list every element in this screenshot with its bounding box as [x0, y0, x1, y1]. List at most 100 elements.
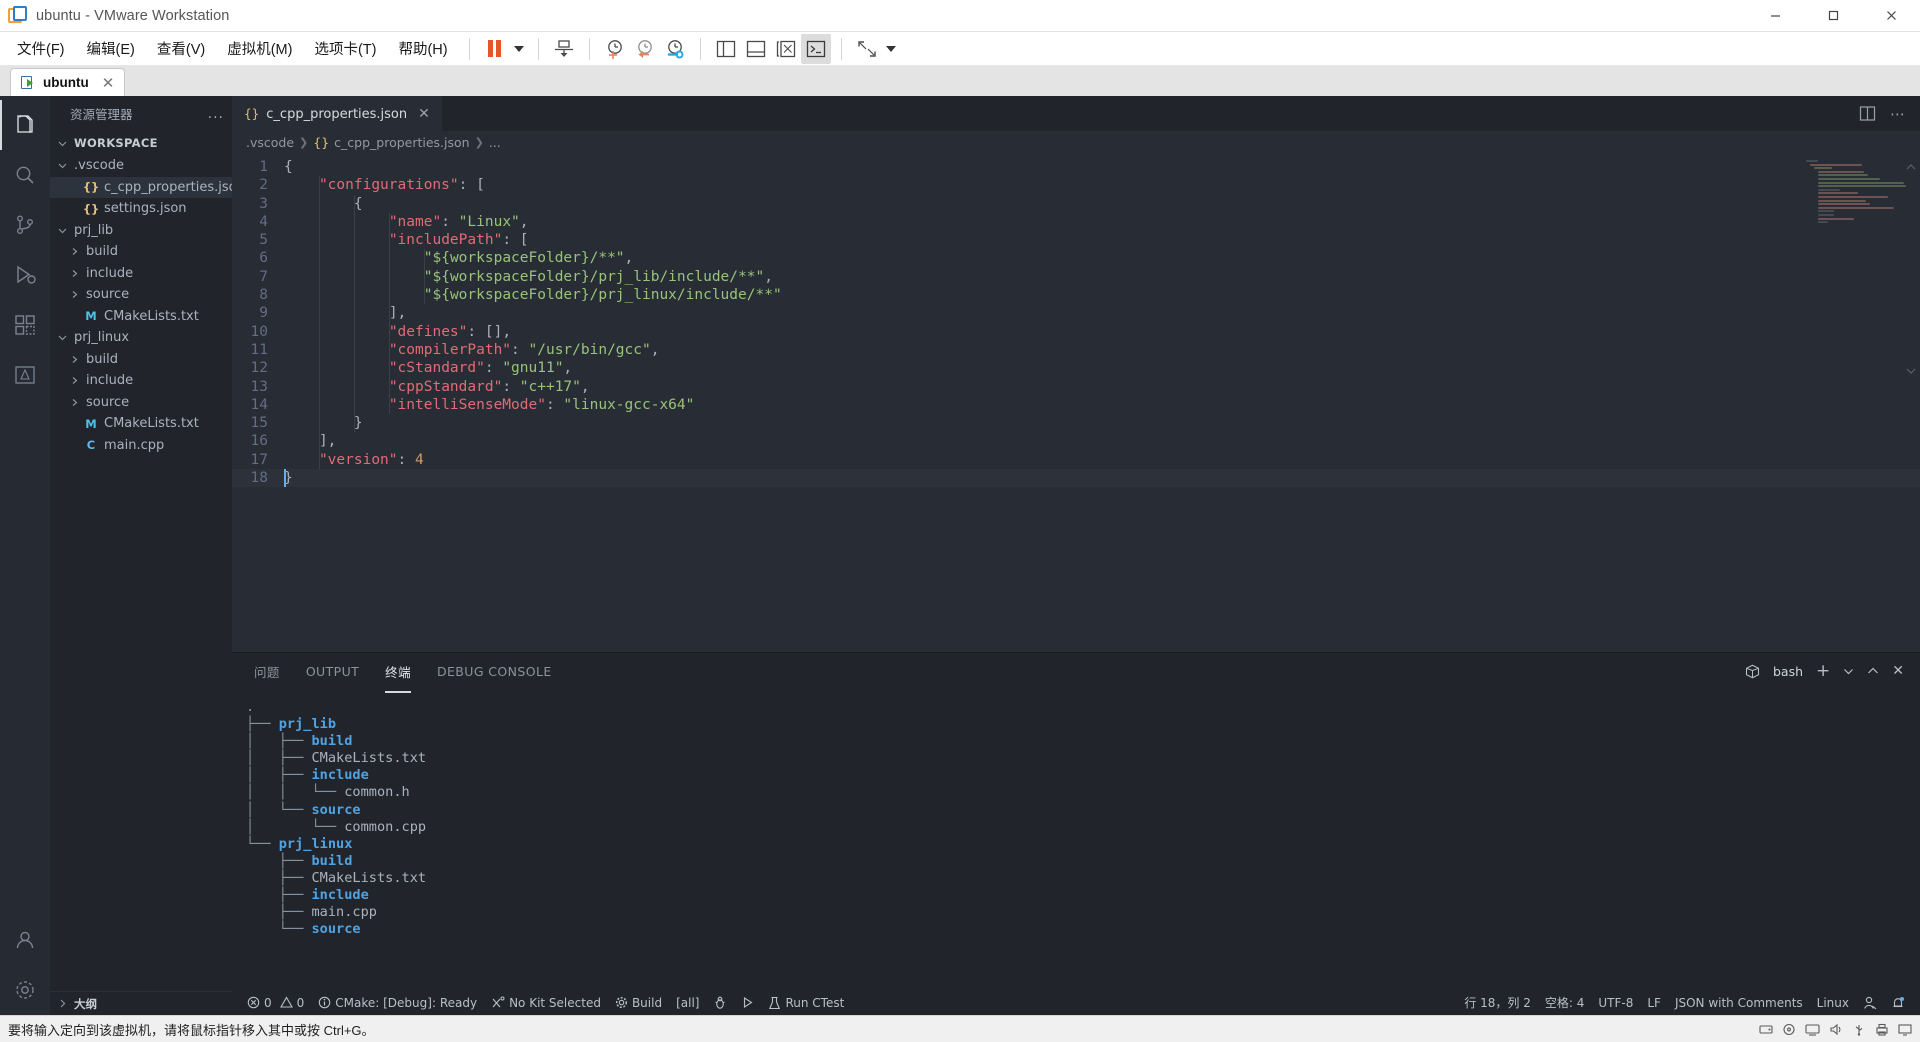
editor-tab-c-cpp-properties[interactable]: {} c_cpp_properties.json ✕ [232, 96, 443, 131]
show-thumbnails-button[interactable] [741, 34, 771, 64]
minimize-button[interactable] [1746, 0, 1804, 32]
new-terminal-button[interactable]: + [1816, 661, 1830, 681]
breadcrumb-folder[interactable]: .vscode [246, 135, 294, 150]
close-icon[interactable]: ✕ [102, 74, 115, 92]
menu-vm[interactable]: 虚拟机(M) [216, 34, 303, 63]
cmake-status[interactable]: CMake: [Debug]: Ready [311, 990, 484, 1015]
revert-snapshot-button[interactable] [630, 34, 660, 64]
sidebar-item-settings[interactable] [0, 965, 50, 1015]
sidebar-item-cmake[interactable] [0, 350, 50, 400]
usb-icon[interactable] [1852, 1023, 1866, 1036]
sidebar-item-run-debug[interactable] [0, 250, 50, 300]
close-button[interactable] [1862, 0, 1920, 32]
sidebar-item-accounts[interactable] [0, 915, 50, 965]
tree-item[interactable]: include [50, 263, 232, 285]
tab-debug-console[interactable]: DEBUG CONSOLE [437, 656, 552, 687]
ctest-status[interactable]: Run CTest [761, 990, 851, 1015]
network-icon[interactable] [1805, 1023, 1820, 1036]
tree-item[interactable]: prj_lib [50, 220, 232, 242]
tree-item[interactable]: build [50, 349, 232, 371]
feedback-status[interactable] [1856, 990, 1884, 1015]
hdd-icon[interactable] [1759, 1023, 1773, 1036]
workspace-section-header[interactable]: WORKSPACE [50, 131, 232, 155]
editor-more-actions-button[interactable]: ⋯ [1890, 105, 1906, 123]
language-mode-status[interactable]: JSON with Comments [1668, 990, 1810, 1015]
sidebar-item-search[interactable] [0, 150, 50, 200]
sidebar-item-explorer[interactable] [0, 100, 50, 150]
chevron-right-icon[interactable] [66, 246, 82, 257]
launch-status[interactable] [734, 990, 761, 1015]
snapshot-manager-button[interactable] [660, 34, 690, 64]
vm-tab-ubuntu[interactable]: ubuntu ✕ [10, 68, 126, 96]
tree-item[interactable]: source [50, 392, 232, 414]
chevron-down-icon[interactable] [54, 160, 70, 171]
breadcrumb-symbol[interactable]: ... [489, 135, 501, 150]
pause-button[interactable] [480, 34, 510, 64]
tree-item[interactable]: M CMakeLists.txt [50, 306, 232, 328]
build-status[interactable]: Build [608, 990, 669, 1015]
tree-item[interactable]: source [50, 284, 232, 306]
terminal-dropdown-button[interactable] [1843, 667, 1854, 676]
chevron-down-icon[interactable] [54, 225, 70, 236]
explorer-more-actions-button[interactable]: ... [208, 106, 224, 122]
tab-problems[interactable]: 问题 [254, 654, 280, 689]
show-library-button[interactable] [711, 34, 741, 64]
tree-item[interactable]: build [50, 241, 232, 263]
tree-item[interactable]: prj_linux [50, 327, 232, 349]
show-console-button[interactable] [771, 34, 801, 64]
chevron-right-icon[interactable] [66, 289, 82, 300]
chevron-down-icon[interactable] [54, 332, 70, 343]
fullscreen-dropdown[interactable] [882, 34, 900, 64]
sidebar-item-extensions[interactable] [0, 300, 50, 350]
breadcrumb-file[interactable]: c_cpp_properties.json [334, 135, 469, 150]
fullscreen-button[interactable] [852, 34, 882, 64]
tree-item[interactable]: {} c_cpp_properties.json [50, 176, 232, 198]
outline-section-header[interactable]: 大纲 [50, 991, 232, 1015]
menu-help[interactable]: 帮助(H) [387, 34, 458, 63]
chevron-right-icon[interactable] [66, 268, 82, 279]
encoding-status[interactable]: UTF-8 [1591, 990, 1640, 1015]
menu-view[interactable]: 查看(V) [146, 34, 216, 63]
remote-status[interactable]: Linux [1810, 990, 1856, 1015]
split-editor-button[interactable] [1859, 105, 1876, 122]
indentation-status[interactable]: 空格: 4 [1538, 990, 1592, 1015]
target-status[interactable]: [all] [669, 990, 706, 1015]
tree-item[interactable]: include [50, 370, 232, 392]
sidebar-item-source-control[interactable] [0, 200, 50, 250]
tree-item[interactable]: Cmain.cpp [50, 435, 232, 457]
maximize-button[interactable] [1804, 0, 1862, 32]
code-editor[interactable]: 1{2 "configurations": [3 {4 "name": "Lin… [232, 154, 1920, 652]
kit-status[interactable]: No Kit Selected [484, 990, 608, 1015]
menu-file[interactable]: 文件(F) [6, 34, 76, 63]
menu-tabs[interactable]: 选项卡(T) [303, 34, 387, 63]
notifications-status[interactable] [1884, 990, 1912, 1015]
problems-status[interactable]: 0 0 [240, 990, 311, 1015]
printer-icon[interactable] [1875, 1023, 1889, 1036]
close-icon[interactable]: ✕ [418, 106, 430, 122]
send-ctrl-alt-del-button[interactable] [549, 34, 579, 64]
close-panel-button[interactable]: ✕ [1892, 663, 1904, 679]
tree-item[interactable]: M CMakeLists.txt [50, 413, 232, 435]
chevron-right-icon[interactable] [66, 375, 82, 386]
tree-item[interactable]: {} settings.json [50, 198, 232, 220]
editor-minimap[interactable] [1806, 160, 1906, 224]
cursor-position-status[interactable]: 行 18，列 2 [1457, 990, 1538, 1015]
terminal-output[interactable]: . ├── prj_lib │ ├── build │ ├── CMakeLists.… [232, 689, 1920, 990]
display-icon[interactable] [1898, 1023, 1912, 1036]
maximize-panel-button[interactable] [1867, 666, 1879, 676]
pause-dropdown[interactable] [510, 34, 528, 64]
scroll-up-arrow[interactable] [1904, 160, 1918, 174]
menu-edit[interactable]: 编辑(E) [76, 34, 146, 63]
cd-icon[interactable] [1782, 1023, 1796, 1036]
unity-mode-button[interactable] [800, 33, 831, 64]
tab-terminal[interactable]: 终端 [385, 654, 411, 693]
scroll-down-arrow[interactable] [1904, 364, 1918, 378]
chevron-right-icon[interactable] [66, 354, 82, 365]
tree-item[interactable]: .vscode [50, 155, 232, 177]
chevron-right-icon[interactable] [66, 397, 82, 408]
debug-status[interactable] [706, 990, 734, 1015]
sound-icon[interactable] [1829, 1023, 1843, 1036]
take-snapshot-button[interactable] [600, 34, 630, 64]
eol-status[interactable]: LF [1640, 990, 1668, 1015]
tab-output[interactable]: OUTPUT [306, 656, 359, 687]
